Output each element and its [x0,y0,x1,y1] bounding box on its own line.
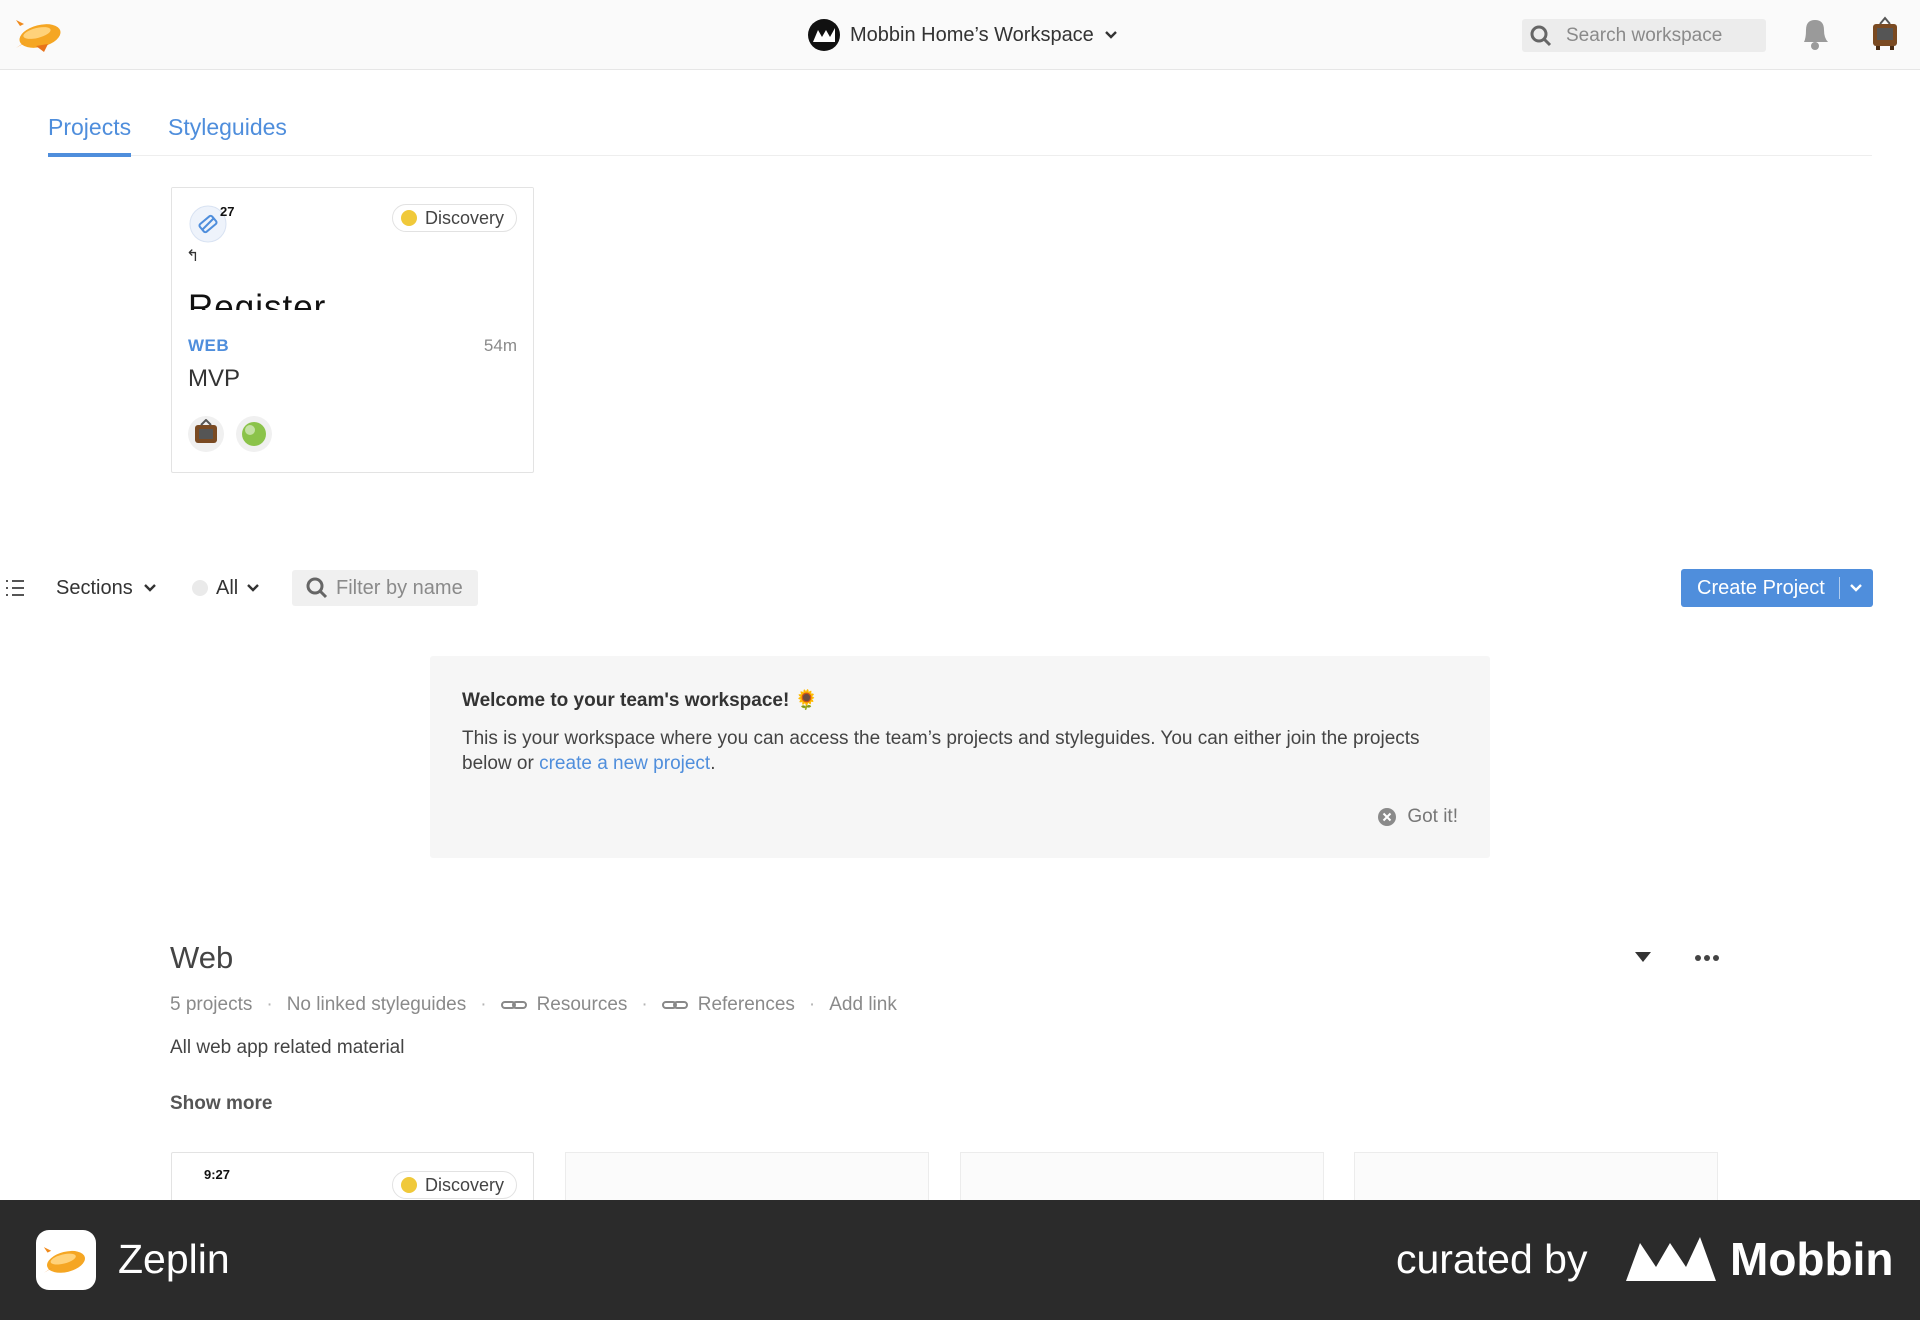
zeplin-app-icon [36,1230,96,1290]
link-icon [661,1001,688,1009]
status-badge[interactable]: Discovery [391,204,517,232]
banner-curated-by: curated by [1396,1236,1588,1282]
section-more-icon[interactable] [1694,946,1720,970]
status-label: Discovery [424,1174,504,1195]
show-more-button[interactable]: Show more [170,1093,272,1115]
filter-by-name[interactable] [292,570,478,606]
create-project-menu-button[interactable] [1840,581,1872,595]
add-link-button[interactable]: Add link [829,994,897,1016]
thumbnail-time: 27 [220,204,235,219]
references-label: References [697,994,795,1015]
chevron-down-icon [247,584,260,592]
section-description: All web app related material [170,1037,405,1058]
thumbnail-title: Register [188,288,327,310]
button-divider [1839,577,1840,599]
welcome-body-end: . [710,753,716,774]
list-outline-icon [6,580,24,596]
linked-styleguides[interactable]: No linked styleguides [287,994,467,1016]
project-platform: WEB [188,336,230,355]
filter-bar: Sections All Create Project [0,566,1920,610]
workspace-avatar-icon [808,19,840,51]
meta-separator: · [641,994,648,1015]
user-avatar-icon[interactable] [1870,16,1900,52]
tv-avatar-icon[interactable] [188,416,224,452]
chevron-down-icon [143,584,156,592]
bottom-banner: Zeplin curated by Mobbin [0,1200,1920,1320]
main-tabs: Projects Styleguides [48,108,1872,157]
project-card-placeholder[interactable] [960,1152,1324,1204]
workspace-name: Mobbin Home’s Workspace [850,23,1094,46]
zeplin-logo-icon[interactable] [14,14,66,54]
meta-separator: · [480,994,487,1015]
banner-app-name: Zeplin [118,1236,230,1282]
dismiss-label: Got it! [1407,806,1458,827]
project-thumbnail: 27 ↰ Register Discovery [172,188,533,310]
search-input[interactable] [1566,24,1756,47]
workspace-switcher[interactable]: Mobbin Home’s Workspace [808,18,1118,52]
search-icon [1530,25,1552,46]
link-icon [500,1001,527,1009]
status-label: Discovery [424,207,504,228]
project-card-placeholder[interactable] [1354,1152,1718,1204]
mobbin-brand-name: Mobbin [1730,1233,1894,1285]
collapse-section-caret-icon[interactable] [1634,950,1652,964]
sections-dropdown[interactable]: Sections [4,566,157,610]
project-updated-time: 54m [483,336,517,355]
notifications-bell-icon[interactable] [1798,16,1832,52]
section-title: Web [170,940,234,975]
status-filter-dropdown[interactable]: All [192,566,260,610]
references-link[interactable]: References [661,994,795,1016]
welcome-title: Welcome to your team's workspace! 🌻 [462,690,819,711]
status-dot [400,1177,417,1193]
thumbnail-time: 9:27 [204,1167,231,1182]
status-filter-label: All [216,576,239,599]
project-name: MVP [188,365,241,392]
section-meta: 5 projects · No linked styleguides · Res… [170,994,897,1016]
create-new-project-link[interactable]: create a new project [539,753,710,774]
status-dot [192,580,208,596]
filter-input[interactable] [336,576,476,600]
tab-projects[interactable]: Projects [48,114,132,157]
projects-count: 5 projects [170,994,253,1015]
project-card-mvp[interactable]: 27 ↰ Register Discovery WEB 54m MVP [171,187,534,473]
chevron-down-icon [1850,584,1862,592]
create-project-label: Create Project [1697,576,1825,599]
meta-separator: · [266,994,273,1015]
create-project-button[interactable]: Create Project [1681,569,1873,607]
welcome-text: This is your workspace where you can acc… [462,726,1442,776]
search-icon [306,577,328,599]
green-ball-avatar-icon[interactable] [236,416,272,452]
tab-styleguides[interactable]: Styleguides [168,114,287,153]
project-card-placeholder[interactable] [565,1152,929,1204]
workspace-search[interactable] [1522,19,1766,52]
mobbin-brand: Mobbin [1626,1232,1894,1286]
status-badge[interactable]: Discovery [391,1171,517,1199]
mobbin-logo-icon [1626,1237,1716,1281]
project-card[interactable]: 9:27 Discovery [171,1152,534,1204]
close-circle-icon [1378,808,1397,826]
resources-label: Resources [536,994,628,1015]
resources-link[interactable]: Resources [500,994,628,1016]
chevron-down-icon [1104,31,1117,39]
sections-label: Sections [56,576,133,599]
dismiss-welcome-button[interactable]: Got it! [1377,806,1458,828]
welcome-banner: Welcome to your team's workspace! 🌻 This… [430,656,1490,858]
project-members [188,416,272,452]
status-dot [400,210,417,226]
project-meta: WEB 54m [188,336,517,356]
thumbnail-back-arrow-icon: ↰ [186,248,200,265]
meta-separator: · [808,994,816,1015]
top-bar: Mobbin Home’s Workspace [0,0,1920,70]
